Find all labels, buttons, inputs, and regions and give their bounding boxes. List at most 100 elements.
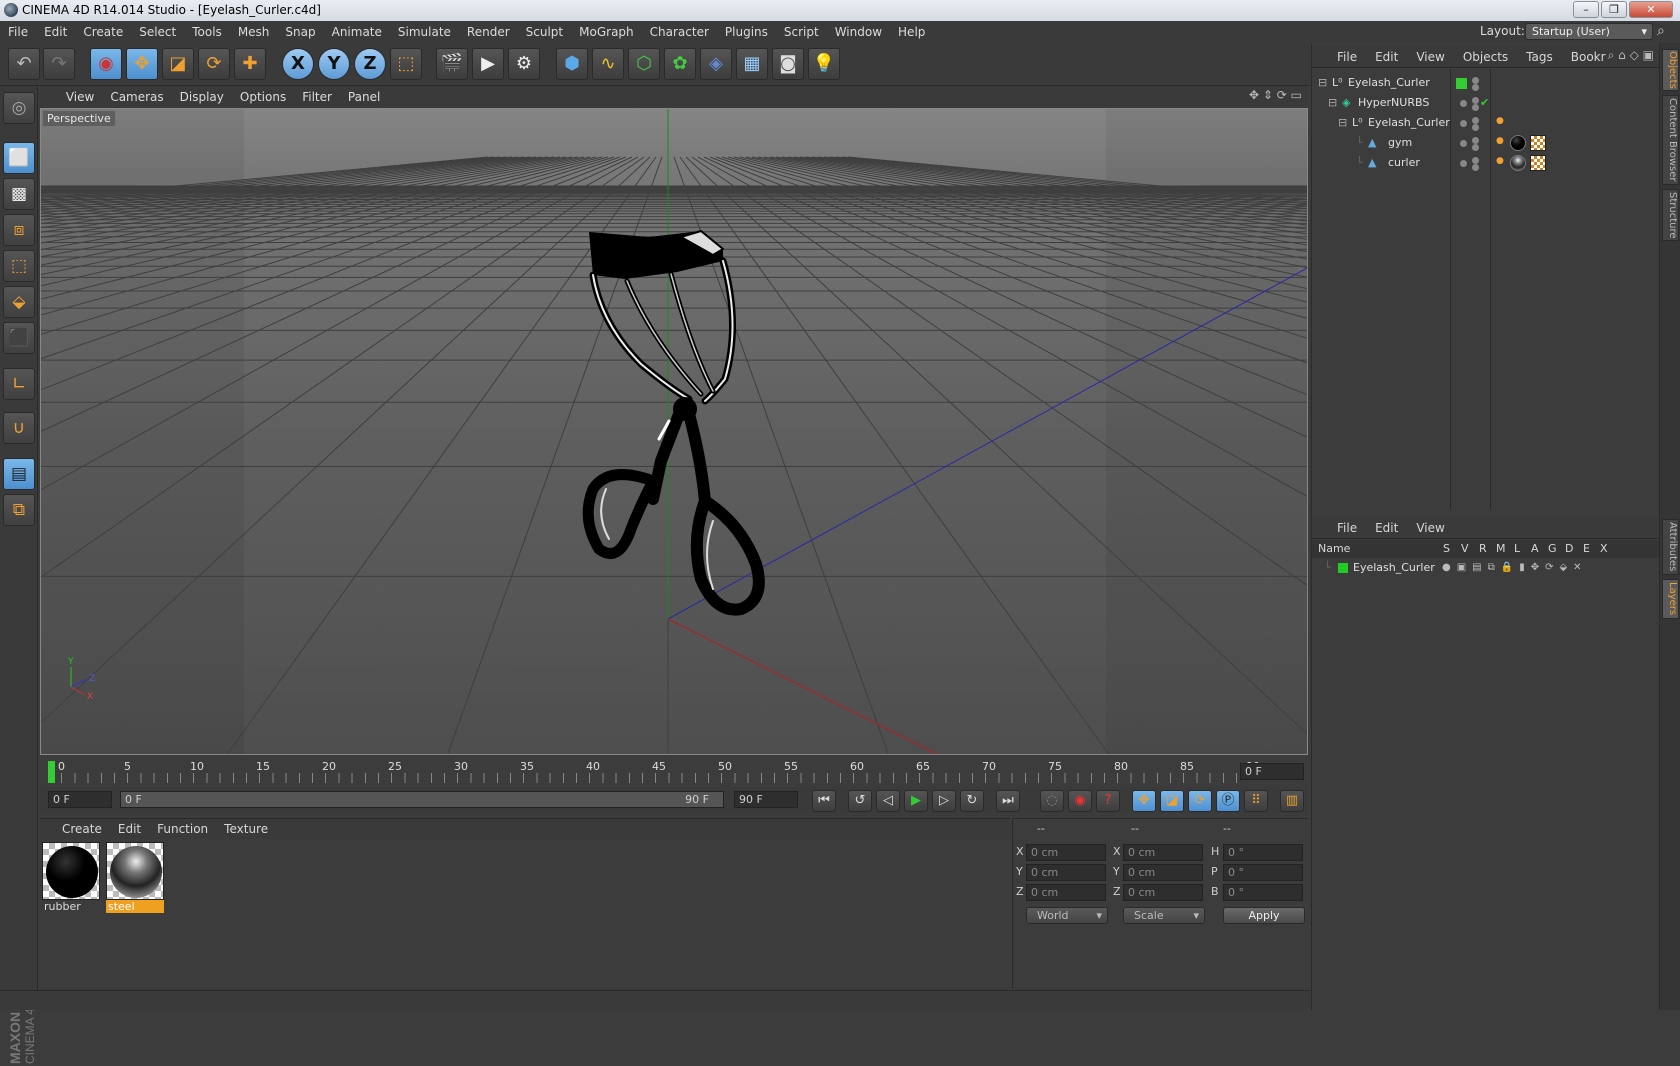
- menu-character[interactable]: Character: [642, 21, 717, 43]
- uvw-tag-icon[interactable]: [1530, 155, 1546, 171]
- material-menu-texture[interactable]: Texture: [216, 819, 276, 840]
- perspective-viewport[interactable]: Y Z X: [40, 108, 1308, 755]
- menu-snap[interactable]: Snap: [277, 21, 323, 43]
- spline-icon[interactable]: ∿: [592, 48, 624, 80]
- menu-window[interactable]: Window: [827, 21, 890, 43]
- editor-visibility-dot[interactable]: [1472, 157, 1479, 164]
- position-z-field[interactable]: 0 cm: [1026, 884, 1106, 901]
- x-axis-lock-icon[interactable]: X: [282, 48, 314, 80]
- material-menu-function[interactable]: Function: [149, 819, 216, 840]
- tab-structure[interactable]: Structure: [1662, 189, 1679, 241]
- editor-visibility-dot[interactable]: [1472, 117, 1479, 124]
- autokey-icon[interactable]: ◉: [1068, 790, 1092, 812]
- viewport-menu-display[interactable]: Display: [172, 86, 232, 108]
- rotation-b-field[interactable]: 0 °: [1223, 884, 1303, 901]
- object-row[interactable]: ⊟ L⁰ Eyelash_Curler ●: [1312, 113, 1660, 133]
- editor-visibility-dot[interactable]: [1472, 97, 1479, 104]
- menu-create[interactable]: Create: [75, 21, 131, 43]
- layer-menu-view[interactable]: View: [1407, 517, 1453, 539]
- layout-dropdown[interactable]: Startup (User) ▾: [1525, 23, 1653, 40]
- object-row[interactable]: ⊟ ◈ HyperNURBS ✔: [1312, 93, 1660, 113]
- viewport-menu-panel[interactable]: Panel: [340, 86, 388, 108]
- menu-plugins[interactable]: Plugins: [717, 21, 776, 43]
- viewport-menu-view[interactable]: View: [58, 86, 102, 108]
- menu-select[interactable]: Select: [131, 21, 184, 43]
- playhead[interactable]: [48, 761, 55, 783]
- make-editable-icon[interactable]: ◎: [3, 92, 35, 124]
- key-pla-icon[interactable]: ⠿: [1244, 790, 1268, 812]
- tab-layers[interactable]: Layers: [1662, 579, 1679, 619]
- steel-material-tag[interactable]: [1510, 155, 1526, 171]
- render-visibility-dot[interactable]: [1472, 144, 1479, 151]
- y-axis-lock-icon[interactable]: Y: [318, 48, 350, 80]
- render-settings-icon[interactable]: ⚙: [508, 48, 540, 80]
- light-icon[interactable]: 💡: [808, 48, 840, 80]
- menu-mesh[interactable]: Mesh: [230, 21, 278, 43]
- key-scale-icon[interactable]: ◪: [1160, 790, 1184, 812]
- phong-tag-icon[interactable]: ●: [1496, 131, 1504, 151]
- phong-tag-icon[interactable]: ●: [1496, 111, 1504, 131]
- mograph-cloner-icon[interactable]: ✿: [664, 48, 696, 80]
- object-row[interactable]: └ ▲ gym ●: [1312, 133, 1660, 153]
- nurbs-icon[interactable]: ⬡: [628, 48, 660, 80]
- record-keys-icon[interactable]: ◌: [1040, 790, 1064, 812]
- layer-menu-file[interactable]: File: [1328, 517, 1366, 539]
- start-frame-field[interactable]: 0 F: [48, 791, 112, 808]
- key-rotation-icon[interactable]: ⟳: [1188, 790, 1212, 812]
- visibility-dot[interactable]: [1460, 100, 1467, 107]
- viewport-navigation-icons[interactable]: ✥ ⇕ ⟳ ▭: [1249, 88, 1302, 102]
- next-frame-icon[interactable]: ▷: [932, 790, 956, 812]
- polygons-mode-icon[interactable]: ⬛: [3, 322, 35, 354]
- menu-render[interactable]: Render: [459, 21, 518, 43]
- menu-help[interactable]: Help: [890, 21, 933, 43]
- minimize-button[interactable]: –: [1573, 1, 1599, 18]
- close-button[interactable]: ✕: [1629, 1, 1673, 18]
- visibility-dot[interactable]: [1460, 160, 1467, 167]
- object-menu-edit[interactable]: Edit: [1366, 46, 1407, 68]
- editor-visibility-dot[interactable]: [1472, 77, 1479, 84]
- render-view-icon[interactable]: 🎬: [436, 48, 468, 80]
- size-x-field[interactable]: 0 cm: [1123, 844, 1203, 861]
- collapse-icon[interactable]: ⊟: [1338, 113, 1347, 133]
- cube-primitive-icon[interactable]: ⬢: [556, 48, 588, 80]
- material-menu-create[interactable]: Create: [54, 819, 110, 840]
- redo-icon[interactable]: ↷: [43, 48, 75, 80]
- frame-range-slider[interactable]: 0 F 90 F: [120, 791, 724, 808]
- search-icon[interactable]: ⌕: [1657, 23, 1665, 39]
- tab-attributes[interactable]: Attributes: [1662, 519, 1679, 575]
- z-axis-lock-icon[interactable]: Z: [354, 48, 386, 80]
- move-tool-icon[interactable]: ✥: [126, 48, 158, 80]
- menu-file[interactable]: File: [0, 21, 36, 43]
- go-to-end-icon[interactable]: ⏭: [996, 790, 1020, 812]
- coordinate-space-dropdown[interactable]: World ▾: [1026, 907, 1108, 924]
- planar-workplane-icon[interactable]: ⧉: [3, 494, 35, 526]
- menu-edit[interactable]: Edit: [36, 21, 75, 43]
- timeline-window-icon[interactable]: ▥: [1280, 790, 1304, 812]
- rubber-material-tag[interactable]: [1510, 135, 1526, 151]
- edges-mode-icon[interactable]: ⬙: [3, 286, 35, 318]
- timeline-ruler[interactable]: 051015202530354045505560657075808590 0 F: [40, 757, 1308, 787]
- apply-button[interactable]: Apply: [1223, 907, 1305, 924]
- model-mode-icon[interactable]: ⬜: [3, 142, 35, 174]
- layer-row[interactable]: └ Eyelash_Curler ●▣▤⧉🔒▮✥⟳⬙✕: [1312, 558, 1660, 578]
- position-y-field[interactable]: 0 cm: [1026, 864, 1106, 881]
- scale-tool-icon[interactable]: ◪: [162, 48, 194, 80]
- render-visibility-dot[interactable]: [1472, 104, 1479, 111]
- layer-color-swatch[interactable]: [1338, 563, 1348, 573]
- object-menu-bookmarks[interactable]: Bookr: [1562, 46, 1615, 68]
- coordinate-mode-dropdown[interactable]: Scale ▾: [1123, 907, 1205, 924]
- menu-sculpt[interactable]: Sculpt: [518, 21, 571, 43]
- menu-animate[interactable]: Animate: [324, 21, 390, 43]
- material-steel[interactable]: steel: [106, 842, 164, 914]
- size-z-field[interactable]: 0 cm: [1123, 884, 1203, 901]
- key-position-icon[interactable]: ✥: [1132, 790, 1156, 812]
- collapse-icon[interactable]: ⊟: [1328, 93, 1337, 113]
- viewport-menu-filter[interactable]: Filter: [294, 86, 340, 108]
- object-menu-view[interactable]: View: [1407, 46, 1453, 68]
- workplane-lock-icon[interactable]: ▤: [3, 458, 35, 490]
- undo-icon[interactable]: ↶: [8, 48, 40, 80]
- phong-tag-icon[interactable]: ●: [1496, 151, 1504, 171]
- deformer-icon[interactable]: ◈: [700, 48, 732, 80]
- enabled-check-icon[interactable]: ✔: [1480, 93, 1489, 113]
- render-visibility-dot[interactable]: [1472, 124, 1479, 131]
